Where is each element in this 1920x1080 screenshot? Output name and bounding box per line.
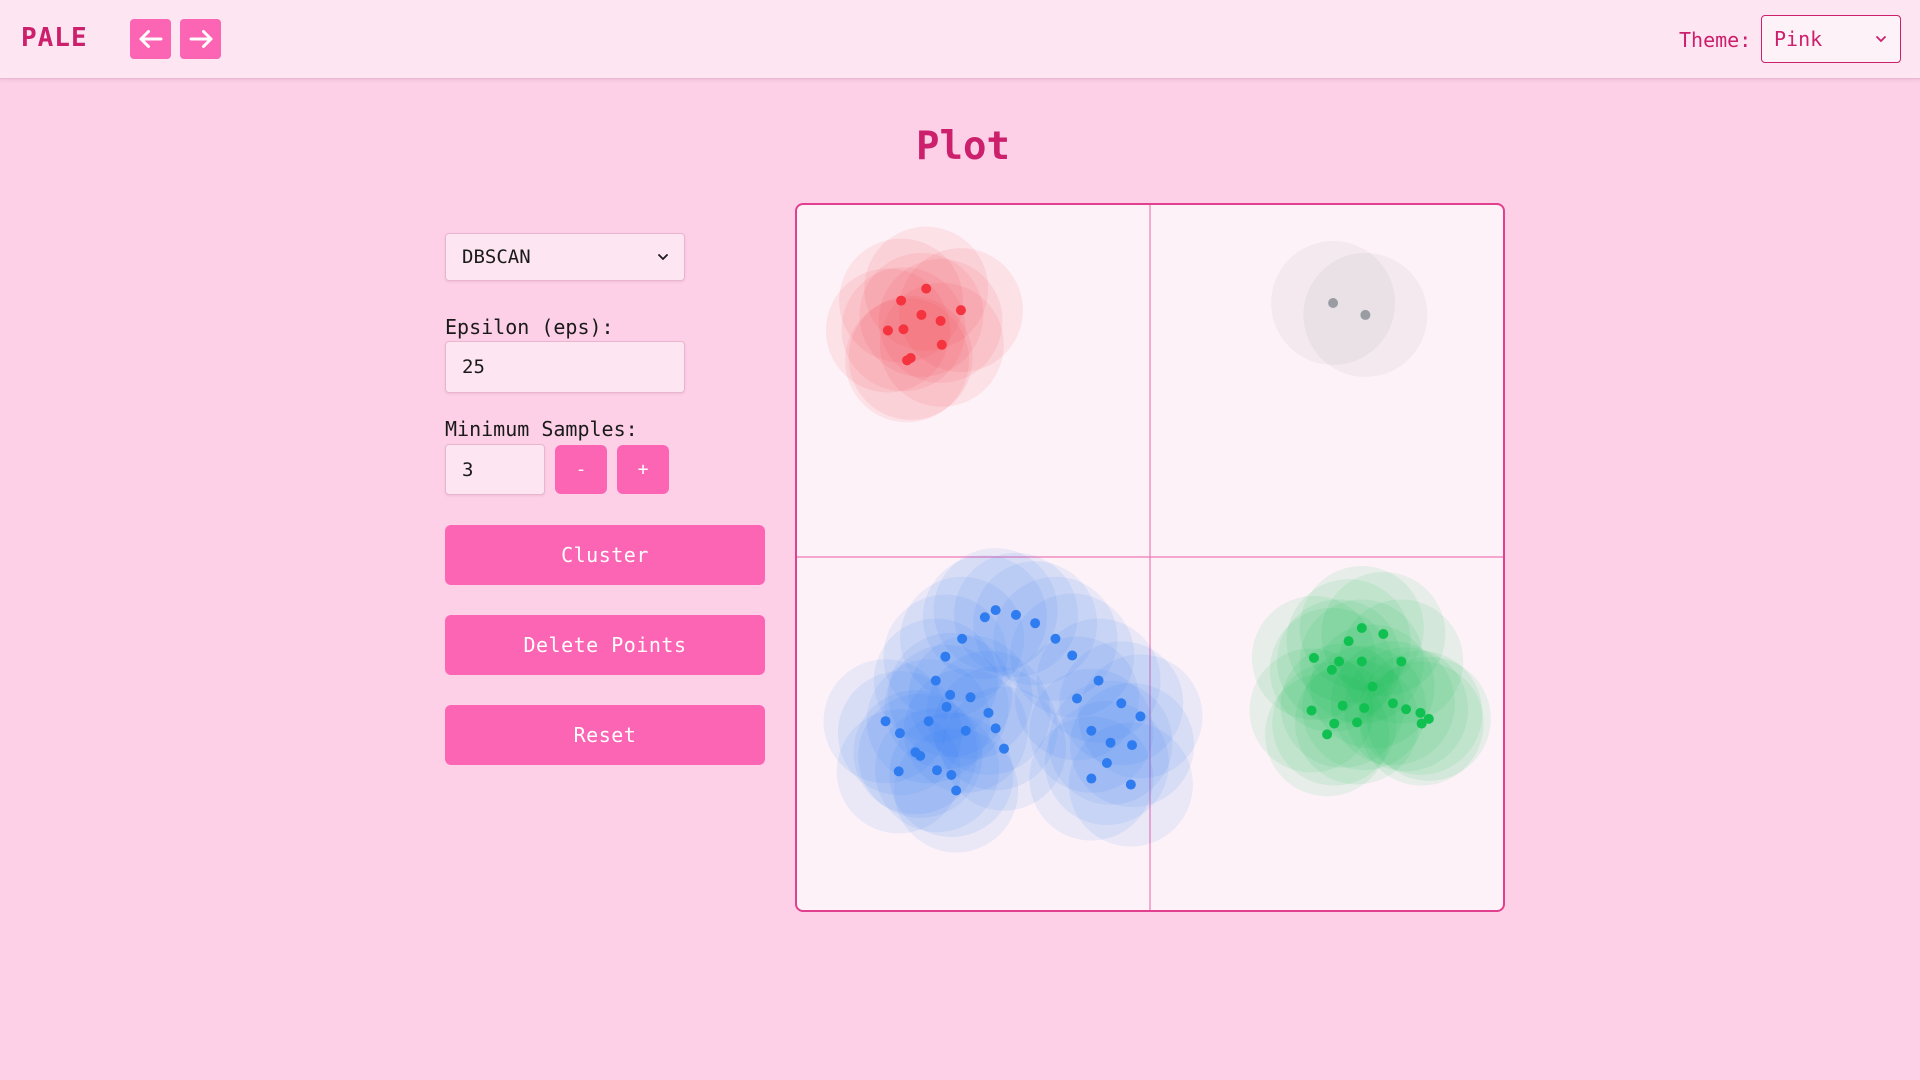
- data-point-blue[interactable]: [910, 747, 921, 758]
- min-samples-input[interactable]: 3: [445, 444, 545, 495]
- data-point-green[interactable]: [1308, 652, 1319, 663]
- data-point-green[interactable]: [1396, 656, 1407, 667]
- data-point-green[interactable]: [1322, 729, 1333, 740]
- data-point-red[interactable]: [955, 305, 966, 316]
- chevron-down-icon: [1876, 36, 1886, 43]
- data-point-blue[interactable]: [941, 701, 952, 712]
- data-point-red[interactable]: [921, 283, 932, 294]
- data-point-green[interactable]: [1343, 636, 1354, 647]
- data-point-blue[interactable]: [999, 743, 1010, 754]
- chevron-down-icon: [658, 254, 668, 261]
- app-brand: PALE: [21, 23, 88, 53]
- data-point-red[interactable]: [898, 324, 909, 335]
- data-point-blue[interactable]: [1030, 618, 1041, 629]
- min-samples-input-value: 3: [462, 458, 474, 481]
- algorithm-select-value: DBSCAN: [462, 246, 531, 268]
- data-point-blue[interactable]: [932, 765, 943, 776]
- data-point-green[interactable]: [1356, 656, 1367, 667]
- data-point-gray-noise[interactable]: [1328, 297, 1339, 308]
- data-point-blue[interactable]: [930, 675, 941, 686]
- data-point-green[interactable]: [1329, 718, 1340, 729]
- data-point-blue[interactable]: [1116, 698, 1127, 709]
- data-point-red[interactable]: [896, 295, 907, 306]
- data-point-red[interactable]: [882, 325, 893, 336]
- data-point-red[interactable]: [916, 309, 927, 320]
- data-point-green[interactable]: [1352, 717, 1363, 728]
- data-point-red[interactable]: [902, 355, 913, 366]
- data-point-green[interactable]: [1326, 664, 1337, 675]
- theme-select-value: Pink: [1774, 27, 1823, 51]
- data-point-green[interactable]: [1306, 705, 1317, 716]
- data-point-blue[interactable]: [1105, 737, 1116, 748]
- data-point-blue[interactable]: [923, 716, 934, 727]
- data-point-blue[interactable]: [1093, 675, 1104, 686]
- arrow-left-icon: [139, 30, 162, 48]
- data-point-blue[interactable]: [1086, 773, 1097, 784]
- data-point-blue[interactable]: [1067, 650, 1078, 661]
- data-point-blue[interactable]: [1050, 633, 1061, 644]
- data-point-green[interactable]: [1401, 704, 1412, 715]
- data-point-blue[interactable]: [1101, 758, 1112, 769]
- data-point-blue[interactable]: [1125, 779, 1136, 790]
- decrement-button[interactable]: -: [555, 445, 607, 494]
- data-point-blue[interactable]: [893, 766, 904, 777]
- eps-label: Epsilon (eps):: [445, 315, 614, 339]
- data-point-green[interactable]: [1387, 698, 1398, 709]
- data-point-green[interactable]: [1416, 718, 1427, 729]
- data-point-green[interactable]: [1356, 623, 1367, 633]
- data-point-green[interactable]: [1367, 681, 1378, 692]
- data-point-blue[interactable]: [880, 716, 891, 727]
- data-point-blue[interactable]: [951, 785, 962, 796]
- scatter-plot[interactable]: [797, 205, 1503, 910]
- data-point-blue[interactable]: [1072, 693, 1083, 704]
- theme-select[interactable]: Pink: [1761, 15, 1901, 63]
- eps-input[interactable]: 25: [445, 341, 685, 393]
- increment-button[interactable]: +: [617, 445, 669, 494]
- theme-label: Theme:: [1679, 28, 1752, 52]
- data-point-blue[interactable]: [1135, 711, 1146, 722]
- data-point-green[interactable]: [1378, 628, 1389, 639]
- data-point-blue[interactable]: [965, 692, 976, 703]
- data-point-blue[interactable]: [983, 707, 994, 718]
- eps-input-value: 25: [462, 356, 485, 378]
- data-point-blue[interactable]: [979, 612, 990, 623]
- data-point-blue[interactable]: [1010, 609, 1021, 620]
- reset-button[interactable]: Reset: [445, 705, 765, 765]
- back-button[interactable]: [130, 19, 171, 59]
- data-point-green[interactable]: [1337, 700, 1348, 711]
- data-point-blue[interactable]: [940, 651, 951, 662]
- data-point-green[interactable]: [1359, 703, 1370, 714]
- forward-button[interactable]: [180, 19, 221, 59]
- data-point-green[interactable]: [1334, 656, 1345, 667]
- algorithm-select[interactable]: DBSCAN: [445, 233, 685, 281]
- data-point-blue[interactable]: [894, 728, 905, 739]
- data-point-blue[interactable]: [945, 689, 956, 700]
- top-bar: PALE Theme: Pink: [0, 0, 1920, 79]
- data-point-blue[interactable]: [957, 633, 968, 644]
- data-point-blue[interactable]: [990, 723, 1001, 734]
- data-point-blue[interactable]: [946, 769, 957, 780]
- page-title-text: Plot: [916, 124, 1010, 169]
- cluster-button[interactable]: Cluster: [445, 525, 765, 585]
- delete-points-button[interactable]: Delete Points: [445, 615, 765, 675]
- data-point-blue[interactable]: [990, 605, 1001, 616]
- data-point-blue[interactable]: [960, 725, 971, 736]
- data-point-red[interactable]: [936, 339, 947, 350]
- data-point-blue[interactable]: [1086, 725, 1097, 736]
- data-point-gray-noise[interactable]: [1360, 309, 1371, 320]
- min-samples-label: Minimum Samples:: [445, 417, 638, 441]
- data-point-blue[interactable]: [1127, 740, 1138, 751]
- data-point-green[interactable]: [1415, 707, 1426, 718]
- data-point-red[interactable]: [935, 315, 946, 326]
- plot-area[interactable]: [795, 203, 1505, 912]
- arrow-right-icon: [189, 30, 212, 48]
